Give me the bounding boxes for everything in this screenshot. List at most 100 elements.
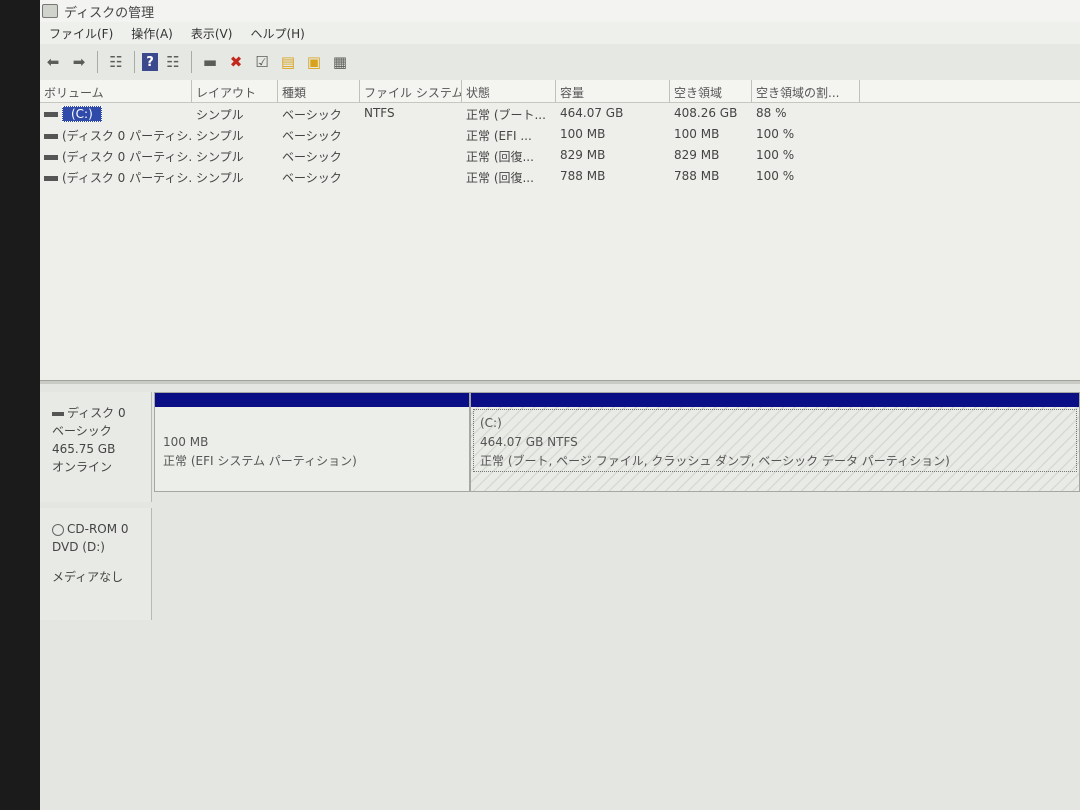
volume-cell: (ディスク 0 パーティシ... (40, 124, 192, 145)
column-header-percent-free[interactable]: 空き領域の割... (752, 80, 860, 102)
cdrom-0-row: CD-ROM 0 DVD (D:) メディアなし (40, 508, 1080, 620)
volume-name: (C:) (62, 106, 102, 122)
type-cell: ベーシック (282, 129, 342, 143)
free-space-cell: 829 MB (674, 148, 720, 162)
partition-efi[interactable]: 100 MB 正常 (EFI システム パーティション) (154, 392, 470, 492)
type-cell: ベーシック (282, 108, 342, 122)
disk-management-window: ディスクの管理 ファイル(F) 操作(A) 表示(V) ヘルプ(H) ⬅ ➡ ☷… (40, 0, 1080, 810)
disk-name: ディスク 0 (67, 406, 126, 420)
toolbar-separator (134, 51, 135, 73)
partition-c[interactable]: (C:) 464.07 GB NTFS 正常 (ブート, ページ ファイル, ク… (470, 392, 1080, 492)
menu-help[interactable]: ヘルプ(H) (241, 25, 313, 42)
capacity-cell: 100 MB (560, 127, 606, 141)
forward-arrow-icon[interactable]: ➡ (68, 51, 90, 73)
list-view-icon[interactable]: ☷ (105, 51, 127, 73)
capacity-cell: 464.07 GB (560, 106, 624, 120)
cdrom-drive: DVD (D:) (52, 540, 105, 554)
back-arrow-icon[interactable]: ⬅ (42, 51, 64, 73)
percent-free-cell: 100 % (756, 148, 795, 162)
volume-list-header: ボリューム レイアウト 種類 ファイル システム 状態 容量 空き領域 空き領域… (40, 80, 1080, 103)
layout-cell: シンプル (196, 150, 244, 164)
volume-icon (44, 112, 58, 117)
capacity-cell: 788 MB (560, 169, 606, 183)
volume-cell: (C:) (40, 103, 192, 124)
status-cell: 正常 (EFI ... (466, 129, 532, 143)
volume-name: (ディスク 0 パーティシ... (62, 129, 192, 143)
disk-size: 465.75 GB (52, 442, 116, 456)
file-system-cell (360, 145, 462, 166)
partition-body: 100 MB 正常 (EFI システム パーティション) (155, 407, 469, 471)
percent-free-cell: 100 % (756, 127, 795, 141)
disk-type: ベーシック (52, 424, 112, 438)
delete-icon[interactable]: ✖ (225, 51, 247, 73)
column-header-layout[interactable]: レイアウト (192, 80, 278, 102)
layout-cell: シンプル (196, 129, 244, 143)
table-row[interactable]: (ディスク 0 パーティシ... シンプル ベーシック 正常 (回復... 82… (40, 145, 1080, 166)
table-row[interactable]: (C:) シンプル ベーシック NTFS 正常 (ブート... 464.07 G… (40, 103, 1080, 124)
menu-view[interactable]: 表示(V) (182, 25, 242, 42)
disk-status: オンライン (52, 460, 113, 474)
layout-cell: シンプル (196, 171, 244, 185)
partition-size: 100 MB (163, 435, 209, 449)
column-header-capacity[interactable]: 容量 (556, 80, 670, 102)
partition-body: (C:) 464.07 GB NTFS 正常 (ブート, ページ ファイル, ク… (473, 409, 1077, 472)
status-cell: 正常 (回復... (466, 150, 534, 164)
status-cell: 正常 (ブート... (466, 108, 546, 122)
help-icon[interactable]: ? (142, 53, 158, 71)
cdrom-status: メディアなし (52, 570, 124, 584)
cd-rom-icon (52, 523, 64, 536)
partition-size: 464.07 GB NTFS (480, 435, 578, 449)
disk-0-label[interactable]: ディスク 0 ベーシック 465.75 GB オンライン (40, 392, 152, 502)
toolbar: ⬅ ➡ ☷ ? ☷ ▬ ✖ ☑ ▤ ▣ ▦ (40, 44, 1080, 81)
cdrom-0-label[interactable]: CD-ROM 0 DVD (D:) メディアなし (40, 508, 152, 620)
type-cell: ベーシック (282, 150, 342, 164)
free-space-cell: 100 MB (674, 127, 720, 141)
partition-status: 正常 (EFI システム パーティション) (163, 454, 357, 468)
file-system-cell (360, 166, 462, 187)
settings-icon[interactable]: ▦ (329, 51, 351, 73)
folder-search-icon[interactable]: ▣ (303, 51, 325, 73)
column-header-file-system[interactable]: ファイル システム (360, 80, 462, 102)
properties-icon[interactable]: ☷ (162, 51, 184, 73)
percent-free-cell: 100 % (756, 169, 795, 183)
percent-free-cell: 88 % (756, 106, 787, 120)
column-header-type[interactable]: 種類 (278, 80, 360, 102)
volume-cell: (ディスク 0 パーティシ... (40, 145, 192, 166)
title-bar: ディスクの管理 (40, 0, 1080, 22)
partition-label: (C:) (480, 416, 502, 430)
partition-status: 正常 (ブート, ページ ファイル, クラッシュ ダンプ, ベーシック データ … (480, 454, 950, 468)
column-header-status[interactable]: 状態 (462, 80, 556, 102)
cdrom-name: CD-ROM 0 (67, 522, 129, 536)
toolbar-separator (191, 51, 192, 73)
partition-band (155, 393, 469, 407)
disk-icon (52, 411, 64, 416)
menu-file[interactable]: ファイル(F) (40, 25, 122, 42)
table-row[interactable]: (ディスク 0 パーティシ... シンプル ベーシック 正常 (回復... 78… (40, 166, 1080, 187)
folder-up-icon[interactable]: ▤ (277, 51, 299, 73)
menu-action[interactable]: 操作(A) (122, 25, 182, 42)
free-space-cell: 408.26 GB (674, 106, 738, 120)
status-cell: 正常 (回復... (466, 171, 534, 185)
connect-icon[interactable]: ▬ (199, 51, 221, 73)
column-header-volume[interactable]: ボリューム (40, 80, 192, 102)
graphical-disk-view: ディスク 0 ベーシック 465.75 GB オンライン 100 MB 正常 (… (40, 384, 1080, 810)
disk-management-app-icon (42, 4, 58, 18)
volume-cell: (ディスク 0 パーティシ... (40, 166, 192, 187)
volume-name: (ディスク 0 パーティシ... (62, 150, 192, 164)
file-system-cell: NTFS (364, 106, 395, 120)
volume-icon (44, 134, 58, 139)
disk-0-row: ディスク 0 ベーシック 465.75 GB オンライン 100 MB 正常 (… (40, 392, 1080, 502)
free-space-cell: 788 MB (674, 169, 720, 183)
table-row[interactable]: (ディスク 0 パーティシ... シンプル ベーシック 正常 (EFI ... … (40, 124, 1080, 145)
volume-icon (44, 176, 58, 181)
volume-name: (ディスク 0 パーティシ... (62, 171, 192, 185)
toolbar-separator (97, 51, 98, 73)
file-system-cell (360, 124, 462, 145)
window-title: ディスクの管理 (64, 5, 155, 21)
check-icon[interactable]: ☑ (251, 51, 273, 73)
column-header-free-space[interactable]: 空き領域 (670, 80, 752, 102)
volume-icon (44, 155, 58, 160)
type-cell: ベーシック (282, 171, 342, 185)
volume-list: ボリューム レイアウト 種類 ファイル システム 状態 容量 空き領域 空き領域… (40, 80, 1080, 380)
